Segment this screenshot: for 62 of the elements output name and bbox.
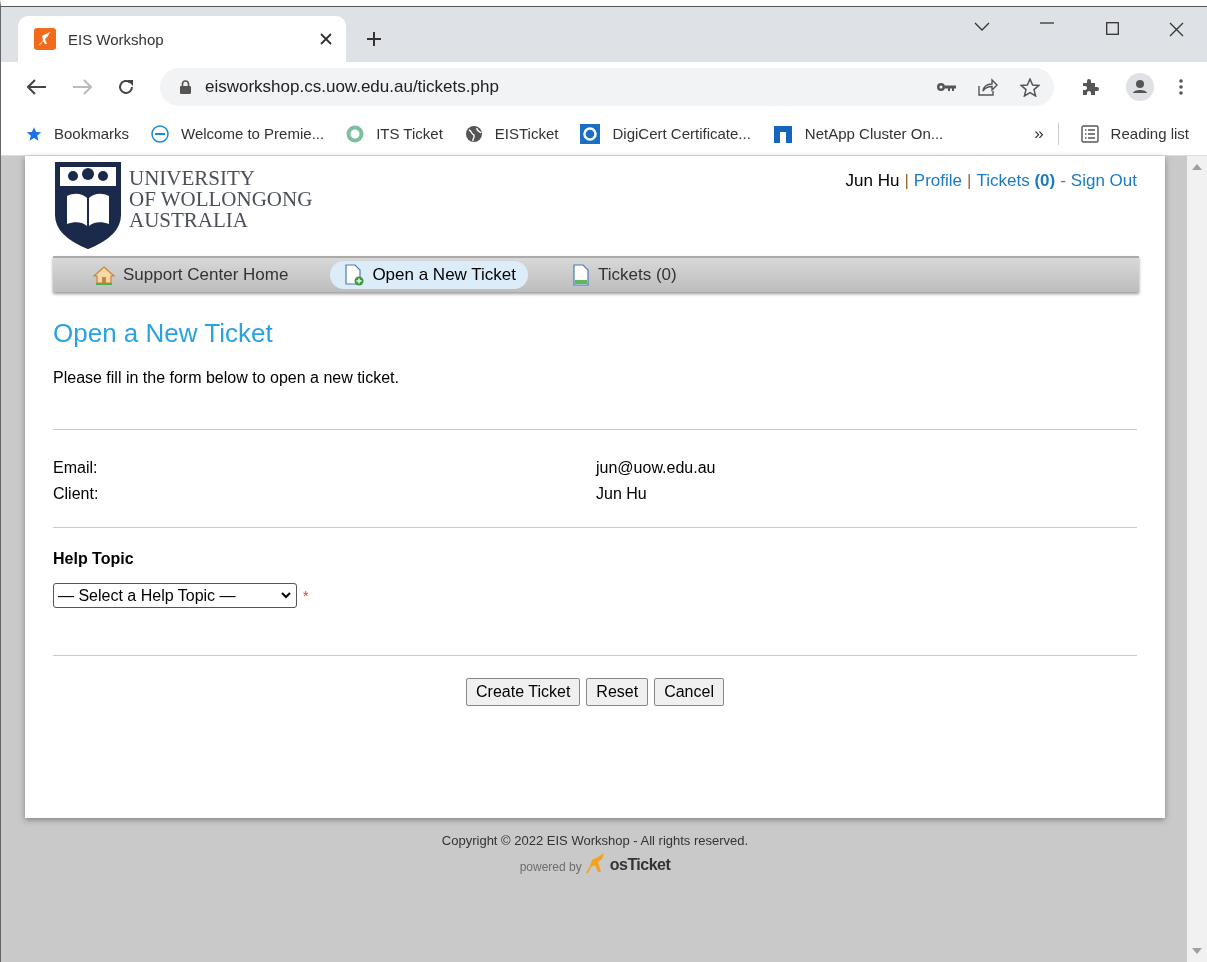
field-value: Jun Hu bbox=[596, 484, 648, 504]
separator: | bbox=[967, 171, 972, 191]
intro-text: Please fill in the form below to open a new ticket. bbox=[53, 369, 400, 387]
chevron-down-icon[interactable] bbox=[974, 22, 990, 32]
form-button[interactable]: Reset bbox=[586, 678, 649, 706]
key-icon[interactable] bbox=[936, 82, 956, 92]
help-topic-label: Help Topic bbox=[53, 550, 135, 568]
user-name: Jun Hu bbox=[845, 171, 900, 191]
ring-icon bbox=[346, 124, 365, 143]
chevron-down-icon bbox=[281, 592, 291, 599]
crest-icon bbox=[53, 160, 123, 250]
form-button[interactable]: Cancel bbox=[654, 678, 724, 706]
circle-logo-icon bbox=[151, 124, 170, 143]
bookmark-item[interactable]: NetApp Cluster On... bbox=[772, 123, 944, 144]
university-wordmark: UNIVERSITY OF WOLLONGONG AUSTRALIA bbox=[129, 165, 313, 234]
separator: - bbox=[1060, 171, 1066, 191]
nav-item[interactable]: Tickets (0) bbox=[558, 261, 689, 289]
bookmark-item[interactable]: DigiCert Certificate... bbox=[580, 123, 751, 144]
reading-list-button[interactable]: Reading list bbox=[1080, 124, 1189, 143]
back-icon[interactable] bbox=[27, 79, 47, 95]
bookmark-item[interactable]: Welcome to Premie... bbox=[151, 124, 325, 143]
field-label: Client: bbox=[53, 484, 100, 504]
puzzle-icon[interactable] bbox=[1081, 77, 1101, 97]
copyright-text: Copyright © 2022 EIS Workshop - All rights reserved. bbox=[441, 833, 749, 848]
avatar-icon[interactable] bbox=[1126, 73, 1154, 101]
form-button[interactable]: Create Ticket bbox=[466, 678, 581, 706]
help-topic-select[interactable]: — Select a Help Topic — bbox=[53, 583, 297, 608]
nav-item[interactable]: Open a New Ticket bbox=[330, 261, 528, 289]
square-logo-icon bbox=[772, 123, 793, 144]
lock-icon bbox=[180, 80, 191, 94]
address-bar[interactable]: eisworkshop.cs.uow.edu.au/tickets.php bbox=[160, 68, 1054, 106]
bookmark-item[interactable]: ITS Ticket bbox=[346, 124, 443, 143]
plus-icon[interactable] bbox=[366, 31, 382, 47]
powered-by-text: powered by bbox=[519, 860, 582, 874]
bookmark-item[interactable]: Bookmarks bbox=[26, 125, 130, 142]
globe-icon bbox=[464, 124, 483, 143]
close-icon[interactable] bbox=[320, 33, 332, 45]
field-label: Email: bbox=[53, 458, 99, 478]
header-link[interactable]: Profile bbox=[913, 171, 963, 191]
square-logo-icon bbox=[580, 123, 601, 144]
overflow-chevrons[interactable]: » bbox=[1034, 123, 1044, 144]
share-icon[interactable] bbox=[978, 78, 998, 96]
page-title: Open a New Ticket bbox=[53, 318, 274, 349]
maximize-icon[interactable] bbox=[1106, 22, 1119, 35]
header-link[interactable]: Tickets (0) bbox=[976, 171, 1056, 191]
reload-icon[interactable] bbox=[117, 78, 135, 96]
separator: | bbox=[904, 171, 909, 191]
list-icon bbox=[1080, 124, 1099, 143]
star-icon[interactable] bbox=[1020, 77, 1040, 97]
bookmark-item[interactable]: EISTicket bbox=[464, 124, 559, 143]
house-icon bbox=[93, 265, 115, 285]
field-value: jun@uow.edu.au bbox=[596, 458, 717, 478]
star-icon bbox=[26, 125, 42, 142]
document-icon bbox=[572, 264, 590, 286]
close-icon[interactable] bbox=[1169, 22, 1184, 37]
required-mark: * bbox=[303, 587, 309, 604]
menu-icon[interactable] bbox=[1179, 79, 1183, 95]
browser-tab[interactable]: EIS Workshop bbox=[18, 16, 346, 62]
new-document-icon bbox=[344, 264, 365, 286]
brand-wordmark: osTicket bbox=[609, 856, 671, 874]
header-link[interactable]: Sign Out bbox=[1070, 171, 1137, 191]
nav-item[interactable]: Support Center Home bbox=[93, 262, 301, 288]
